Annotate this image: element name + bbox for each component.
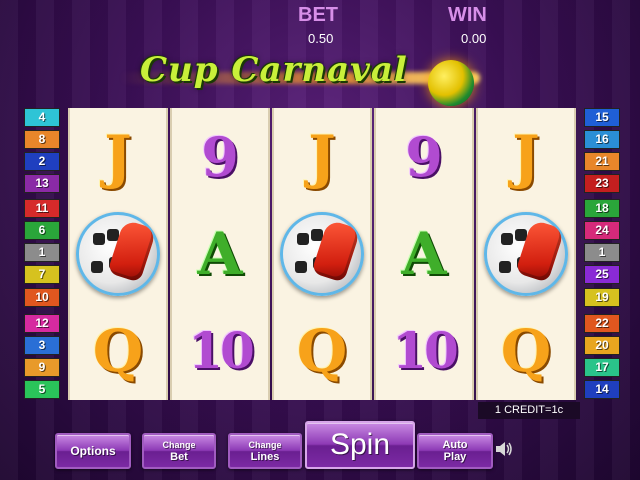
right-payline-badge: 19: [584, 288, 620, 307]
autoplay-label-bottom: Play: [443, 451, 467, 463]
reel: JQ: [68, 108, 168, 400]
soccer-ball-glove-symbol: [274, 205, 370, 302]
autoplay-label-top: Auto: [442, 439, 468, 451]
right-payline-badge: 23: [584, 174, 620, 193]
win-label: WIN: [448, 4, 487, 26]
soccer-ball-glove-symbol: [70, 205, 166, 302]
symbol-j: J: [104, 122, 132, 191]
right-payline-badge: 14: [584, 380, 620, 399]
right-payline-badge: 17: [584, 358, 620, 377]
right-payline-badge: 16: [584, 130, 620, 149]
change-bet-button[interactable]: Change Bet: [142, 433, 216, 469]
symbol-10: 10: [392, 321, 459, 380]
right-payline-badge: 1: [584, 243, 620, 262]
reel: JQ: [272, 108, 372, 400]
symbol-j: J: [512, 122, 540, 191]
reel: 9 A 10: [170, 108, 270, 400]
symbol-a: A: [401, 219, 447, 288]
symbol-10: 10: [188, 321, 255, 380]
left-payline-badge: 12: [24, 314, 60, 333]
change-bet-label-bottom: Bet: [170, 451, 188, 463]
spin-button-label: Spin: [329, 428, 391, 461]
symbol-q: Q: [296, 316, 348, 385]
reel: 9 A 10: [374, 108, 474, 400]
left-payline-badge: 3: [24, 336, 60, 355]
symbol-j: J: [308, 122, 336, 191]
soccer-ball-icon: [280, 211, 364, 296]
right-payline-badge: 24: [584, 221, 620, 240]
right-payline-badge: 20: [584, 336, 620, 355]
autoplay-button[interactable]: Auto Play: [417, 433, 493, 469]
logo-text: Cup Carnaval: [140, 50, 408, 90]
left-payline-badge: 7: [24, 265, 60, 284]
soccer-ball-icon: [484, 211, 568, 296]
options-button-label: Options: [70, 444, 116, 458]
bet-label: BET: [298, 4, 338, 26]
reel: JQ: [476, 108, 576, 400]
speaker-icon[interactable]: [494, 440, 514, 458]
right-payline-badge: 15: [584, 108, 620, 127]
left-payline-badge: 4: [24, 108, 60, 127]
change-bet-label-top: Change: [162, 440, 196, 450]
left-payline-badge: 10: [24, 288, 60, 307]
reel-area: J Q 9 A 10 J Q 9 A 10 J Q: [68, 108, 576, 400]
change-lines-button[interactable]: Change Lines: [228, 433, 302, 469]
soccer-ball-icon: [76, 211, 160, 296]
left-payline-badge: 8: [24, 130, 60, 149]
left-payline-badge: 2: [24, 152, 60, 171]
game-logo: Cup Carnaval: [100, 42, 500, 112]
right-payline-badge: 18: [584, 199, 620, 218]
symbol-q: Q: [92, 316, 144, 385]
right-payline-badge: 21: [584, 152, 620, 171]
left-payline-badge: 9: [24, 358, 60, 377]
soccer-ball-icon: [428, 60, 474, 106]
right-payline-badge: 22: [584, 314, 620, 333]
right-payline-badge: 25: [584, 265, 620, 284]
symbol-q: Q: [500, 316, 552, 385]
symbol-a: A: [197, 219, 243, 288]
change-lines-label-top: Change: [248, 440, 282, 450]
credit-info: 1 CREDIT=1c: [478, 402, 580, 419]
symbol-9: 9: [405, 124, 443, 189]
left-payline-badge: 1: [24, 243, 60, 262]
left-payline-badge: 6: [24, 221, 60, 240]
options-button[interactable]: Options: [55, 433, 131, 469]
left-payline-badge: 11: [24, 199, 60, 218]
soccer-ball-glove-symbol: [478, 205, 574, 302]
spin-button[interactable]: Spin: [305, 421, 415, 469]
change-lines-label-bottom: Lines: [250, 451, 280, 463]
symbol-9: 9: [201, 124, 239, 189]
left-payline-badge: 5: [24, 380, 60, 399]
left-payline-badge: 13: [24, 174, 60, 193]
